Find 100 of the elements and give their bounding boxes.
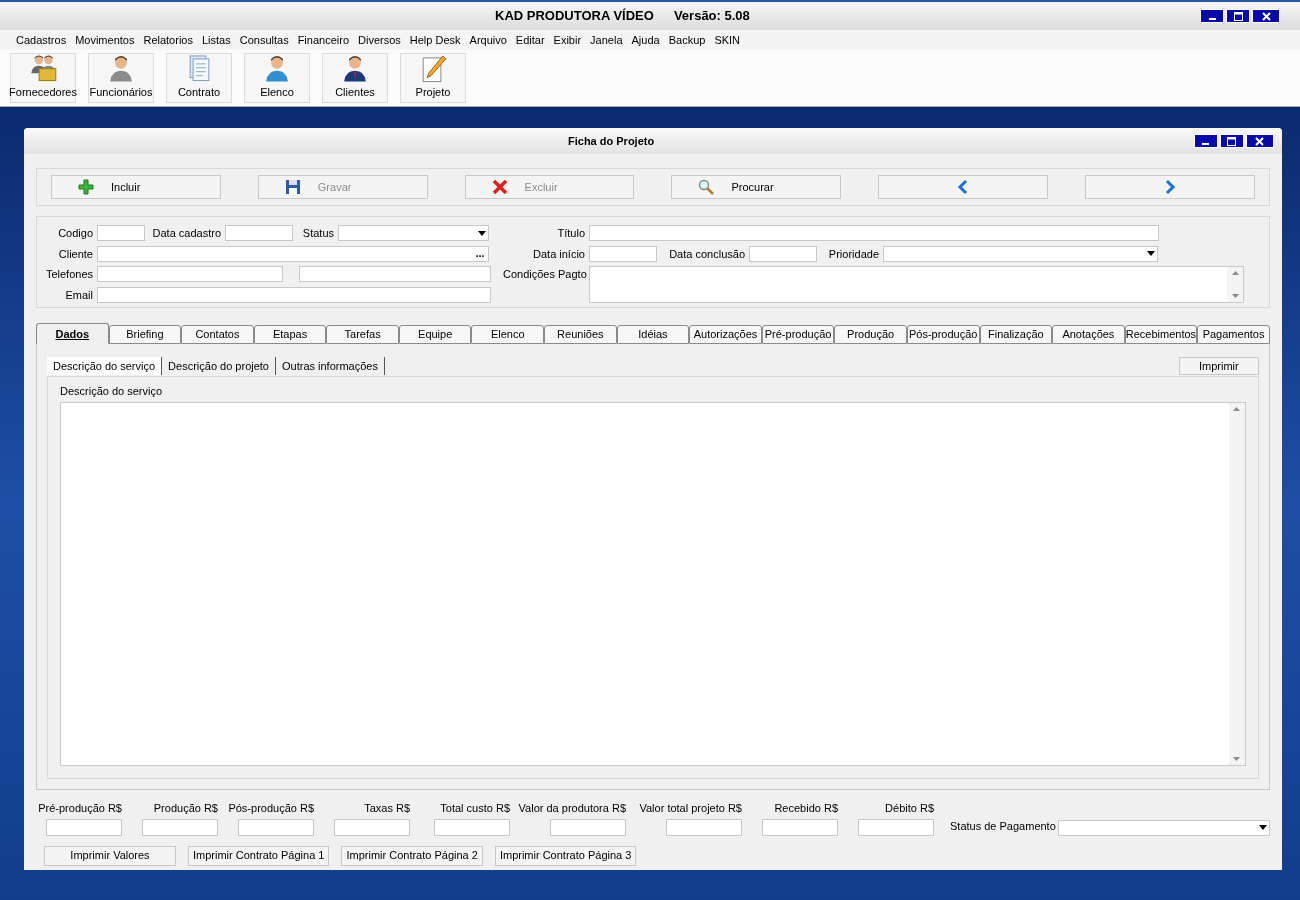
tab[interactable]: Dados [36,323,109,344]
menu-item[interactable]: Ajuda [631,31,660,49]
action-button[interactable]: Procurar [671,175,842,199]
text-field[interactable] [749,245,817,262]
tab[interactable]: Elenco [471,325,545,344]
maximize-button[interactable] [1226,9,1250,23]
menu-item[interactable]: Relatorios [143,31,193,49]
toolbar-button[interactable]: Contrato [166,53,232,103]
menu-item[interactable]: Financeiro [297,31,349,49]
text-field[interactable] [589,245,657,262]
dropdown[interactable] [883,245,1158,262]
action-button[interactable] [1085,175,1255,199]
print-button[interactable]: Imprimir Valores [44,845,176,866]
menu-item[interactable]: Backup [668,31,706,49]
menu-item[interactable]: Help Desk [409,31,461,49]
action-button[interactable]: Incluir [51,175,221,199]
maximize-icon [1227,136,1237,146]
total-field[interactable] [550,818,626,836]
field-label: Condições Pagto [503,267,588,282]
total-field[interactable] [666,818,742,836]
menu-item[interactable]: Exibir [553,31,582,49]
total-label: Valor da produtora R$ [518,801,626,816]
total-field[interactable] [858,818,934,836]
save-icon [284,179,301,195]
plus-icon [78,179,94,195]
tab[interactable]: Autorizações [689,325,762,344]
maximize-button[interactable] [1219,134,1244,148]
text-field[interactable] [225,225,293,242]
scrollbar[interactable] [1228,402,1245,765]
print-button[interactable]: Imprimir [1178,357,1259,375]
dropdown-arrow-icon [478,230,486,236]
field-label: Prioridade [827,246,880,262]
text-field[interactable] [97,286,491,303]
sub-tab[interactable]: Descrição do serviço [47,357,163,375]
payment-status-label: Status de Pagamento [950,819,1056,834]
payment-terms-field[interactable] [589,266,1244,303]
action-button[interactable] [878,175,1048,199]
tab[interactable]: Etapas [253,325,327,344]
total-label: Pós-produção R$ [228,801,314,816]
total-field[interactable] [142,818,218,836]
print-button[interactable]: Imprimir Contrato Página 2 [341,845,483,866]
field-label: Status [301,226,335,241]
menu-item[interactable]: Arquivo [469,31,507,49]
dropdown-arrow-icon [1258,825,1267,830]
minimize-button[interactable] [1193,134,1218,148]
tab[interactable]: Pré-produção [761,325,835,344]
total-field[interactable] [334,818,410,836]
menu-item[interactable]: Janela [590,31,623,49]
minimize-button[interactable] [1200,9,1224,23]
total-field[interactable] [46,818,122,836]
tab[interactable]: Tarefas [326,325,399,344]
menu-item[interactable]: Editar [515,31,545,49]
total-field[interactable] [762,818,838,836]
tab[interactable]: Equipe [398,325,472,344]
toolbar-button[interactable]: Fornecedores [10,53,76,103]
menu-item[interactable]: Cadastros [16,31,67,49]
toolbar-button[interactable]: Elenco [244,53,310,103]
browse-button[interactable]: ... [472,246,488,261]
menu-item[interactable]: Listas [201,31,231,49]
toolbar-button[interactable]: Clientes [322,53,388,103]
tab[interactable]: Recebimentos [1124,325,1198,344]
field-label: Título [556,226,586,241]
minimize-icon [1208,18,1216,20]
tab[interactable]: Pós-produção [906,325,980,344]
tab[interactable]: Briefing [108,325,182,344]
tab[interactable]: Finalização [979,325,1053,344]
menu-item[interactable]: Consultas [239,31,289,49]
menu-item[interactable]: SKIN [714,31,741,49]
dropdown[interactable] [1057,819,1270,836]
text-field[interactable] [589,225,1159,242]
scroll-down-icon [1231,294,1239,298]
field-label: Codigo [57,226,94,241]
text-field[interactable] [97,225,145,242]
dropdown[interactable] [338,225,489,242]
tab[interactable]: Idéias [616,325,690,344]
text-field[interactable] [97,266,283,283]
field-label: Cliente [57,246,94,262]
tab[interactable]: Contatos [181,325,254,344]
text-field[interactable] [299,266,491,283]
print-button[interactable]: Imprimir Contrato Página 1 [188,845,330,866]
toolbar-button[interactable]: Funcionários [88,53,154,103]
menu-item[interactable]: Diversos [358,31,401,49]
close-button[interactable] [1245,134,1274,148]
dropdown-arrow-icon [1147,251,1155,257]
close-icon [1261,11,1271,21]
tab[interactable]: Anotações [1052,325,1125,344]
close-button[interactable] [1252,9,1280,23]
menu-item[interactable]: Movimentos [75,31,135,49]
client-field[interactable]: ... [97,245,489,262]
tab[interactable]: Pagamentos [1197,325,1270,344]
total-label: Recebido R$ [774,801,838,816]
total-field[interactable] [238,818,314,836]
print-button[interactable]: Imprimir Contrato Página 3 [494,845,637,866]
tab[interactable]: Reuniões [544,325,617,344]
total-label: Pré-produção R$ [38,801,122,816]
scrollbar[interactable] [1227,267,1243,302]
toolbar-button[interactable]: Projeto [400,53,466,103]
tab[interactable]: Produção [834,325,907,344]
total-field[interactable] [434,818,510,836]
total-label: Valor total projeto R$ [639,801,742,816]
